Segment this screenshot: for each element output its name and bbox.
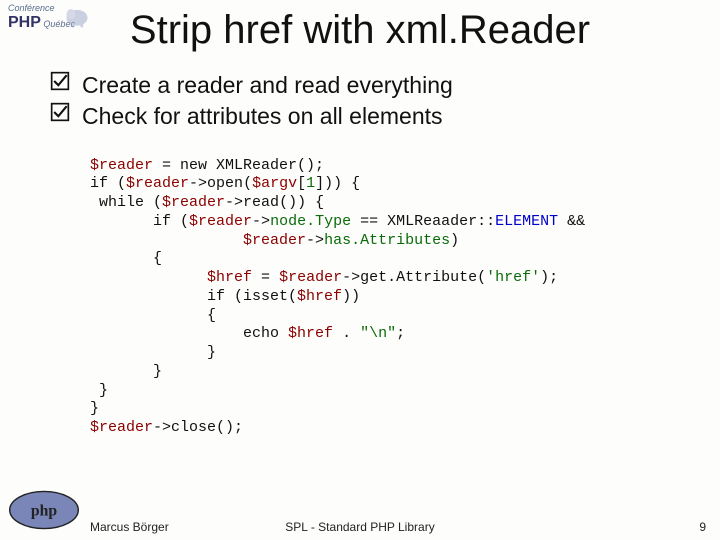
svg-text:php: php [31, 503, 57, 520]
bullet-text: Check for attributes on all elements [82, 102, 443, 131]
check-icon [38, 102, 82, 127]
check-icon [38, 71, 82, 96]
slide-title: Strip href with xml.Reader [0, 0, 720, 71]
bullet-item: Check for attributes on all elements [38, 102, 720, 131]
conf-line1: Conférence [8, 3, 55, 13]
conf-line2: PHP [8, 14, 41, 31]
footer-title: SPL - Standard PHP Library [0, 520, 720, 534]
code-block: $reader = new XMLReader(); if ($reader->… [90, 157, 720, 438]
bullet-item: Create a reader and read everything [38, 71, 720, 100]
bullet-list: Create a reader and read everything Chec… [38, 71, 720, 131]
elephant-icon [62, 2, 92, 30]
page-number: 9 [699, 520, 706, 534]
bullet-text: Create a reader and read everything [82, 71, 453, 100]
